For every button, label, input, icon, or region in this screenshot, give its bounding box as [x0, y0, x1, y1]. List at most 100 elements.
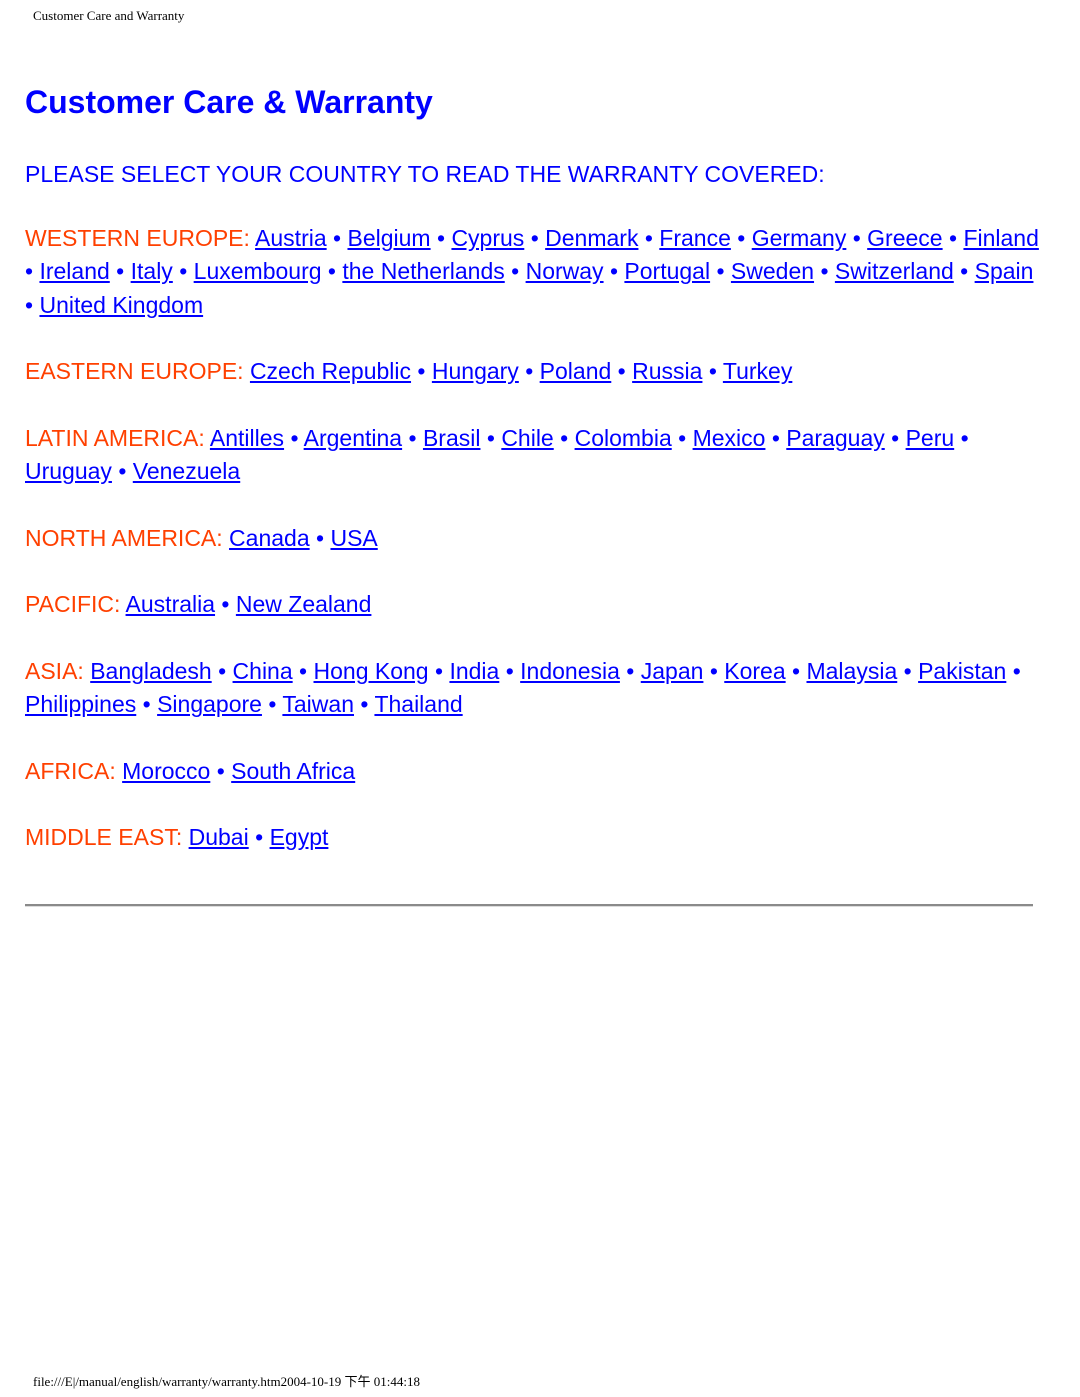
country-link[interactable]: Germany — [752, 225, 847, 251]
bullet-separator: • — [25, 258, 34, 285]
country-link[interactable]: Indonesia — [520, 658, 620, 684]
bullet-separator: • — [360, 691, 369, 718]
country-link[interactable]: Morocco — [122, 758, 210, 784]
region-section: WESTERN EUROPE: Austria • Belgium • Cypr… — [25, 222, 1045, 322]
region-section: PACIFIC: Australia • New Zealand — [25, 588, 1045, 621]
region-section: NORTH AMERICA: Canada • USA — [25, 522, 1045, 555]
country-link[interactable]: Sweden — [731, 258, 814, 284]
bullet-separator: • — [716, 258, 725, 285]
country-link[interactable]: Chile — [501, 425, 553, 451]
country-link[interactable]: Italy — [131, 258, 173, 284]
region-label: ASIA: — [25, 657, 84, 684]
bullet-separator: • — [678, 424, 687, 451]
country-link[interactable]: France — [659, 225, 731, 251]
country-link[interactable]: Singapore — [157, 691, 262, 717]
country-link[interactable]: United Kingdom — [39, 292, 203, 318]
page-title: Customer Care & Warranty — [25, 84, 433, 120]
region-label: AFRICA: — [25, 757, 116, 784]
bullet-separator: • — [316, 524, 325, 551]
country-link[interactable]: Spain — [975, 258, 1034, 284]
country-link[interactable]: Taiwan — [282, 691, 354, 717]
bullet-separator: • — [417, 358, 426, 385]
bullet-separator: • — [179, 258, 188, 285]
country-link[interactable]: Egypt — [270, 824, 329, 850]
region-section: MIDDLE EAST: Dubai • Egypt — [25, 821, 1045, 854]
country-link[interactable]: Belgium — [347, 225, 430, 251]
region-section: ASIA: Bangladesh • China • Hong Kong • I… — [25, 655, 1045, 722]
country-link[interactable]: Austria — [255, 225, 327, 251]
region-label: WESTERN EUROPE: — [25, 225, 250, 251]
country-link[interactable]: Turkey — [723, 358, 792, 384]
country-link[interactable]: South Africa — [231, 758, 355, 784]
country-link[interactable]: Malaysia — [806, 658, 897, 684]
country-link[interactable]: Australia — [126, 591, 215, 617]
bullet-separator: • — [116, 258, 125, 285]
bullet-separator: • — [709, 657, 718, 684]
country-link[interactable]: Poland — [540, 358, 612, 384]
country-link[interactable]: China — [233, 658, 293, 684]
print-footer-path: file:///E|/manual/english/warranty/warra… — [33, 1374, 420, 1389]
country-link[interactable]: Denmark — [545, 225, 638, 251]
country-link[interactable]: USA — [330, 525, 377, 551]
bullet-separator: • — [903, 657, 912, 684]
country-link[interactable]: Thailand — [374, 691, 462, 717]
bullet-separator: • — [560, 424, 569, 451]
country-link[interactable]: Mexico — [693, 425, 766, 451]
region-section: AFRICA: Morocco • South Africa — [25, 755, 1045, 788]
bullet-separator: • — [511, 258, 520, 285]
bullet-separator: • — [434, 657, 444, 684]
country-link[interactable]: Luxembourg — [194, 258, 322, 284]
country-link[interactable]: Paraguay — [786, 425, 884, 451]
country-link[interactable]: Russia — [632, 358, 702, 384]
country-link[interactable]: Bangladesh — [90, 658, 212, 684]
country-link[interactable]: Pakistan — [918, 658, 1006, 684]
country-link[interactable]: Dubai — [189, 824, 249, 850]
country-link[interactable]: India — [449, 658, 499, 684]
country-link[interactable]: Greece — [867, 225, 942, 251]
bullet-separator: • — [436, 225, 446, 251]
bullet-separator: • — [327, 258, 336, 285]
bullet-separator: • — [626, 657, 635, 684]
country-link[interactable]: Hungary — [432, 358, 519, 384]
bullet-separator: • — [530, 225, 539, 251]
region-label: EASTERN EUROPE: — [25, 358, 244, 385]
country-link[interactable]: New Zealand — [236, 591, 372, 617]
bullet-separator: • — [221, 591, 230, 618]
country-link[interactable]: Philippines — [25, 691, 136, 717]
bullet-separator: • — [792, 657, 801, 684]
bullet-separator: • — [949, 225, 958, 251]
region-label: LATIN AMERICA: — [25, 424, 205, 451]
country-link[interactable]: Antilles — [210, 425, 284, 451]
bullet-separator: • — [960, 424, 969, 451]
bullet-separator: • — [218, 657, 227, 684]
bullet-separator: • — [299, 657, 308, 684]
bullet-separator: • — [216, 757, 225, 784]
print-header-title: Customer Care and Warranty — [33, 8, 185, 23]
bullet-separator: • — [118, 458, 127, 485]
country-link[interactable]: Finland — [963, 225, 1038, 251]
country-link[interactable]: Colombia — [575, 425, 672, 451]
country-link[interactable]: Portugal — [624, 258, 710, 284]
country-link[interactable]: Korea — [724, 658, 785, 684]
country-link[interactable]: the Netherlands — [342, 258, 504, 284]
bullet-separator: • — [486, 424, 495, 451]
country-link[interactable]: Uruguay — [25, 458, 112, 484]
country-link[interactable]: Brasil — [423, 425, 481, 451]
country-link[interactable]: Cyprus — [451, 225, 524, 251]
country-link[interactable]: Canada — [229, 525, 310, 551]
country-link[interactable]: Argentina — [304, 425, 402, 451]
country-link[interactable]: Peru — [906, 425, 955, 451]
bullet-separator: • — [333, 225, 342, 251]
country-link[interactable]: Switzerland — [835, 258, 954, 284]
country-link[interactable]: Ireland — [39, 258, 109, 284]
country-link[interactable]: Venezuela — [133, 458, 240, 484]
country-link[interactable]: Japan — [641, 658, 704, 684]
bullet-separator: • — [820, 258, 829, 285]
bullet-separator: • — [142, 691, 151, 718]
country-link[interactable]: Norway — [526, 258, 604, 284]
bullet-separator: • — [25, 291, 34, 318]
bullet-separator: • — [255, 824, 264, 851]
country-link[interactable]: Czech Republic — [250, 358, 411, 384]
bullet-separator: • — [960, 258, 969, 285]
country-link[interactable]: Hong Kong — [314, 658, 429, 684]
